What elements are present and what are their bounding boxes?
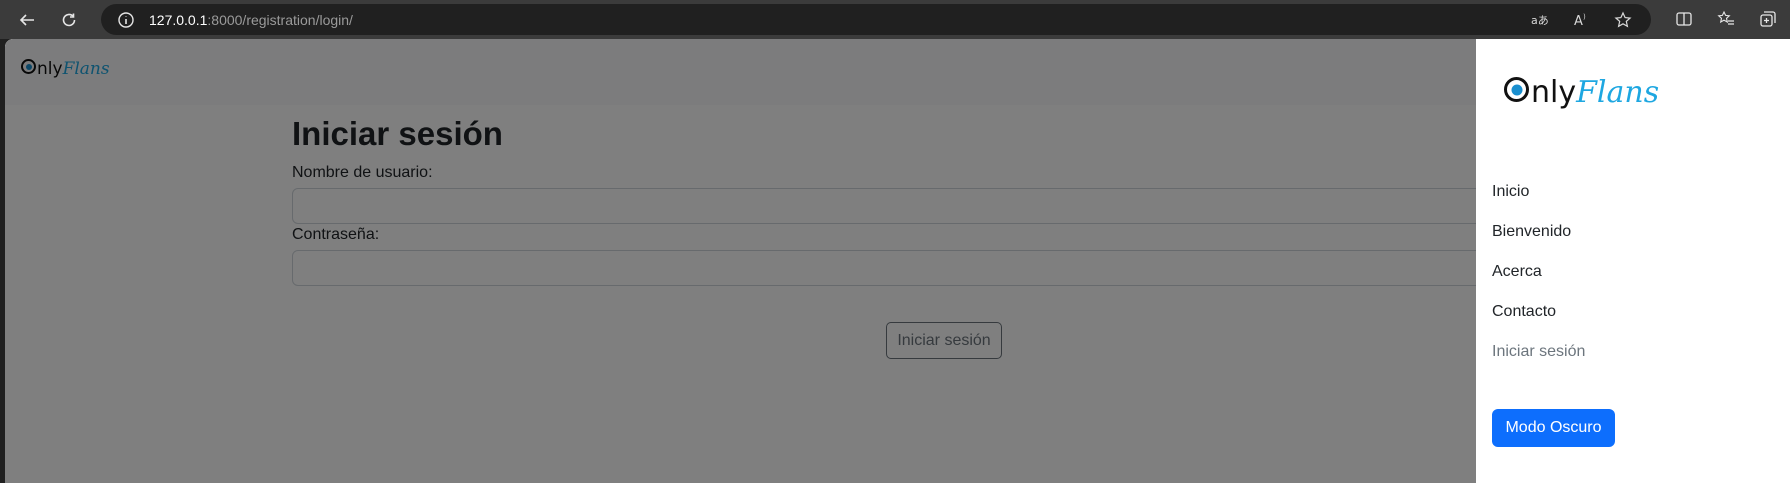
sidebar-item-bienvenido[interactable]: Bienvenido bbox=[1492, 212, 1585, 252]
back-icon bbox=[19, 13, 34, 26]
split-screen-icon[interactable] bbox=[1674, 9, 1694, 29]
offcanvas-sidebar: nly Flans Inicio Bienvenido Acerca Conta… bbox=[1476, 39, 1790, 483]
reload-icon bbox=[62, 13, 76, 26]
sidebar-logo-flans-text: Flans bbox=[1576, 75, 1660, 110]
back-button[interactable] bbox=[12, 5, 42, 35]
sidebar-item-acerca[interactable]: Acerca bbox=[1492, 252, 1585, 292]
url-text[interactable]: 127.0.0.1:8000/registration/login/ bbox=[149, 12, 353, 28]
translate-icon[interactable]: aあ bbox=[1529, 10, 1549, 30]
read-aloud-icon[interactable]: A) bbox=[1571, 10, 1591, 30]
sidebar-logo-only-text: nly bbox=[1531, 75, 1577, 110]
reload-button[interactable] bbox=[54, 5, 84, 35]
svg-text:A: A bbox=[1574, 14, 1583, 29]
sidebar-item-inicio[interactable]: Inicio bbox=[1492, 172, 1585, 212]
sidebar-item-contacto[interactable]: Contacto bbox=[1492, 292, 1585, 332]
sidebar-nav: Inicio Bienvenido Acerca Contacto Inicia… bbox=[1492, 172, 1585, 372]
dark-mode-button[interactable]: Modo Oscuro bbox=[1492, 409, 1615, 447]
svg-text:aあ: aあ bbox=[1531, 14, 1548, 27]
address-bar[interactable]: 127.0.0.1:8000/registration/login/ aあ A) bbox=[101, 4, 1651, 35]
collections-icon[interactable] bbox=[1758, 9, 1778, 29]
sidebar-logo-o-icon bbox=[1504, 77, 1529, 102]
sidebar-item-iniciar-sesion[interactable]: Iniciar sesión bbox=[1492, 332, 1585, 372]
favorites-icon[interactable] bbox=[1716, 9, 1736, 29]
info-icon[interactable] bbox=[117, 11, 135, 29]
url-path: :8000/registration/login/ bbox=[207, 11, 353, 28]
favorite-star-icon[interactable] bbox=[1613, 10, 1633, 30]
sidebar-brand-logo[interactable]: nly Flans bbox=[1504, 75, 1659, 110]
svg-text:): ) bbox=[1583, 13, 1586, 21]
browser-toolbar: 127.0.0.1:8000/registration/login/ aあ A) bbox=[0, 0, 1790, 39]
url-host: 127.0.0.1 bbox=[149, 11, 208, 28]
